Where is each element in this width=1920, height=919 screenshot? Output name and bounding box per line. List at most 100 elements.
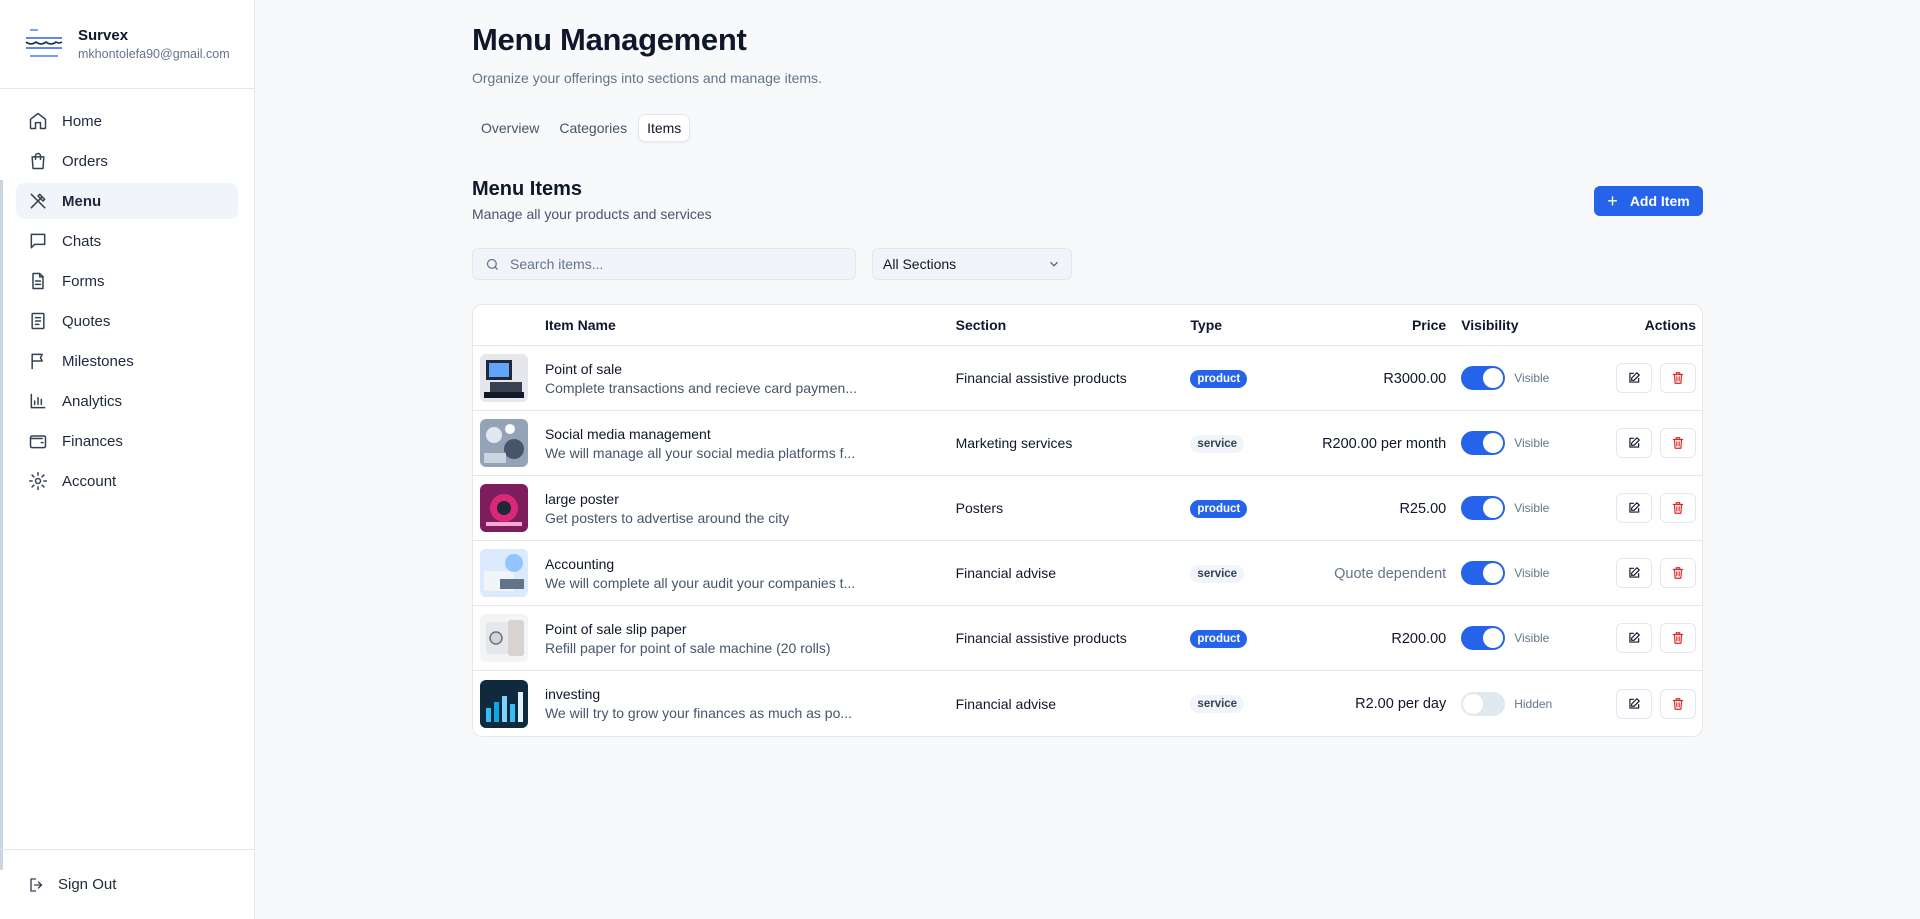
item-description: Refill paper for point of sale machine (… xyxy=(544,639,831,656)
item-thumbnail xyxy=(480,354,528,402)
edit-button[interactable] xyxy=(1616,428,1653,458)
add-item-label: Add Item xyxy=(1629,193,1690,209)
trash-icon xyxy=(1672,437,1684,449)
delete-button[interactable] xyxy=(1660,688,1697,719)
section-select[interactable]: All Sections xyxy=(872,248,1072,280)
edit-icon xyxy=(1629,502,1640,513)
receipt-icon xyxy=(31,312,45,330)
sidebar-nav: Home Orders Menu Chats Forms Quotes Mile… xyxy=(0,89,254,499)
item-description: We will manage all your social media pla… xyxy=(544,444,856,461)
sidebar-item-orders[interactable]: Orders xyxy=(16,143,238,179)
sidebar-item-chats[interactable]: Chats xyxy=(16,223,238,259)
brand[interactable]: Survex mkhontolefa90@gmail.com xyxy=(0,0,254,89)
sidebar-item-label: Quotes xyxy=(62,312,111,330)
search-icon xyxy=(486,258,498,270)
item-description: We will try to grow your finances as muc… xyxy=(544,705,853,721)
item-name: Accounting xyxy=(544,555,615,572)
visibility-toggle[interactable] xyxy=(1461,431,1506,455)
sidebar-item-finances[interactable]: Finances xyxy=(16,423,238,459)
tabs: Overview Categories Items xyxy=(472,114,691,142)
item-price: R200.00 xyxy=(1391,630,1447,647)
visibility-label: Visible xyxy=(1514,436,1550,450)
trash-icon xyxy=(1672,697,1684,710)
sidebar-item-forms[interactable]: Forms xyxy=(16,263,238,299)
visibility-toggle[interactable] xyxy=(1461,561,1506,585)
shopping-bag-icon xyxy=(31,152,45,170)
item-section: Financial assistive products xyxy=(955,370,1127,386)
edit-button[interactable] xyxy=(1616,493,1653,523)
header-type: Type xyxy=(1190,317,1223,333)
delete-button[interactable] xyxy=(1660,623,1697,653)
utensils-icon xyxy=(30,193,46,209)
sidebar: Survex mkhontolefa90@gmail.com Home Orde… xyxy=(0,0,255,919)
header-item-name: Item Name xyxy=(544,317,616,333)
page-title: Menu Management xyxy=(472,22,747,57)
sidebar-item-label: Account xyxy=(62,472,117,490)
type-badge: product xyxy=(1190,499,1248,518)
brand-name: Survex xyxy=(78,27,129,44)
sidebar-item-label: Orders xyxy=(62,152,108,170)
logo-icon xyxy=(25,29,63,57)
item-section: Financial advise xyxy=(955,695,1056,712)
visibility-toggle[interactable] xyxy=(1461,691,1506,716)
item-description: We will complete all your audit your com… xyxy=(544,574,856,591)
tab-categories[interactable]: Categories xyxy=(550,114,636,142)
edit-button[interactable] xyxy=(1616,363,1653,393)
delete-button[interactable] xyxy=(1660,428,1697,458)
type-badge: service xyxy=(1190,695,1245,713)
type-badge: product xyxy=(1190,369,1248,388)
delete-button[interactable] xyxy=(1660,493,1697,523)
visibility-toggle[interactable] xyxy=(1461,366,1506,390)
item-price: R3000.00 xyxy=(1383,370,1447,387)
edit-button[interactable] xyxy=(1616,623,1653,653)
items-table: Item Name Section Type Price Visibility … xyxy=(472,304,1703,737)
item-price: R200.00 per month xyxy=(1322,435,1447,452)
sidebar-item-label: Forms xyxy=(62,272,105,290)
sidebar-item-milestones[interactable]: Milestones xyxy=(16,343,238,379)
table-row: Social media management We will manage a… xyxy=(473,411,1702,476)
section-select-value: All Sections xyxy=(883,256,957,272)
brand-email: mkhontolefa90@gmail.com xyxy=(78,47,230,61)
sidebar-item-account[interactable]: Account xyxy=(16,463,238,499)
item-section: Posters xyxy=(955,500,1004,516)
edit-button[interactable] xyxy=(1616,558,1653,588)
add-item-button[interactable]: + Add Item xyxy=(1594,186,1703,216)
tab-items[interactable]: Items xyxy=(638,114,691,142)
header-section: Section xyxy=(955,317,1007,333)
item-name: Point of sale slip paper xyxy=(544,620,687,637)
item-name: investing xyxy=(544,686,601,702)
bar-chart-icon xyxy=(30,393,46,409)
sign-out-button[interactable]: Sign Out xyxy=(0,849,254,919)
table-row: Point of sale Complete transactions and … xyxy=(473,346,1702,411)
sidebar-item-label: Chats xyxy=(62,232,102,250)
gear-icon xyxy=(28,471,48,491)
delete-button[interactable] xyxy=(1660,558,1697,588)
edit-icon xyxy=(1629,567,1640,578)
visibility-toggle[interactable] xyxy=(1461,626,1506,650)
visibility-toggle[interactable] xyxy=(1461,496,1506,520)
sidebar-item-quotes[interactable]: Quotes xyxy=(16,303,238,339)
section-subtitle: Manage all your products and services xyxy=(472,206,712,222)
sidebar-item-menu[interactable]: Menu xyxy=(16,183,238,219)
sidebar-item-analytics[interactable]: Analytics xyxy=(16,383,238,419)
item-thumbnail xyxy=(480,679,528,728)
tab-overview[interactable]: Overview xyxy=(472,114,548,142)
search-input[interactable] xyxy=(510,256,830,272)
item-price: R2.00 per day xyxy=(1355,696,1447,712)
chevron-down-icon xyxy=(1050,261,1058,267)
sidebar-item-home[interactable]: Home xyxy=(16,103,238,139)
visibility-label: Visible xyxy=(1514,631,1550,645)
file-text-icon xyxy=(32,272,44,290)
delete-button[interactable] xyxy=(1660,363,1697,393)
edit-button[interactable] xyxy=(1616,688,1653,719)
table-row: Point of sale slip paper Refill paper fo… xyxy=(473,606,1702,671)
item-price: Quote dependent xyxy=(1334,565,1447,582)
type-badge: product xyxy=(1190,629,1248,648)
table-header: Item Name Section Type Price Visibility … xyxy=(473,305,1702,346)
section-title: Menu Items xyxy=(472,178,583,200)
item-section: Financial advise xyxy=(955,565,1056,581)
visibility-label: Visible xyxy=(1514,371,1550,385)
plus-icon: + xyxy=(1607,191,1618,211)
type-badge: service xyxy=(1190,564,1245,583)
page-subtitle: Organize your offerings into sections an… xyxy=(472,70,822,86)
